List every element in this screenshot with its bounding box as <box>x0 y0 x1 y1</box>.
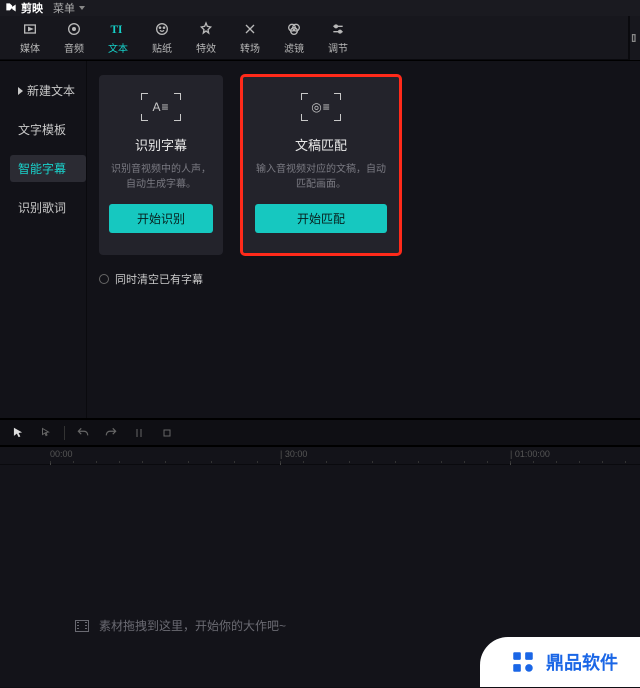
clear-existing-row[interactable]: 同时清空已有字幕 <box>99 271 628 287</box>
app-name: 剪映 <box>21 0 43 16</box>
ruler-tick: 00:00 <box>50 449 73 459</box>
sidebar-item-text-template[interactable]: 文字模板 <box>10 116 86 143</box>
ruler-tick: | 30:00 <box>280 449 307 459</box>
watermark: 鼎品软件 <box>480 637 640 687</box>
text-icon: TI <box>109 20 127 38</box>
redo-button[interactable] <box>101 423 121 443</box>
main-panel: A≡ 识别字幕 识别音视频中的人声，自动生成字幕。 开始识别 ◎≡ 文稿匹配 输… <box>86 61 640 418</box>
clear-existing-label: 同时清空已有字幕 <box>115 271 203 287</box>
pointer-alt-tool[interactable] <box>36 423 56 443</box>
split-button[interactable] <box>129 423 149 443</box>
start-match-button[interactable]: 开始匹配 <box>255 204 387 233</box>
start-recognize-button[interactable]: 开始识别 <box>109 204 213 233</box>
nav-filter[interactable]: 滤镜 <box>272 16 316 60</box>
nav-sticker[interactable]: 贴纸 <box>140 16 184 60</box>
radio-icon <box>99 274 109 284</box>
nav-text[interactable]: TI 文本 <box>96 16 140 60</box>
menu-dropdown[interactable]: 菜单 <box>53 0 85 16</box>
panel-toggle[interactable] <box>628 16 640 60</box>
sidebar-item-recognize-lyric[interactable]: 识别歌词 <box>10 194 86 221</box>
sticker-icon <box>153 20 171 38</box>
card-desc: 识别音视频中的人声，自动生成字幕。 <box>109 162 213 190</box>
triangle-right-icon <box>18 87 23 95</box>
sidebar: 新建文本 文字模板 智能字幕 识别歌词 <box>0 61 86 418</box>
half-icon <box>630 33 640 43</box>
sidebar-item-smart-subtitle[interactable]: 智能字幕 <box>10 155 86 182</box>
sidebar-item-new-text[interactable]: 新建文本 <box>10 77 86 104</box>
adjust-icon <box>329 20 347 38</box>
watermark-icon <box>510 649 536 675</box>
match-icon: ◎≡ <box>301 93 341 121</box>
film-icon <box>75 620 89 632</box>
card-recognize-subtitle: A≡ 识别字幕 识别音视频中的人声，自动生成字幕。 开始识别 <box>99 75 223 255</box>
chevron-down-icon <box>79 6 85 10</box>
transition-icon <box>241 20 259 38</box>
nav-effect[interactable]: 特效 <box>184 16 228 60</box>
nav-trans[interactable]: 转场 <box>228 16 272 60</box>
svg-text:TI: TI <box>111 24 123 36</box>
time-ruler[interactable]: 00:00 | 30:00 | 01:00:00 <box>0 447 640 465</box>
nav-media[interactable]: 媒体 <box>8 16 52 60</box>
ruler-tick: | 01:00:00 <box>510 449 550 459</box>
logo-icon <box>4 1 18 15</box>
media-icon <box>21 20 39 38</box>
crop-button[interactable] <box>157 423 177 443</box>
audio-icon <box>65 20 83 38</box>
card-title: 识别字幕 <box>135 135 187 154</box>
card-desc: 输入音视频对应的文稿，自动匹配画面。 <box>255 162 387 190</box>
undo-button[interactable] <box>73 423 93 443</box>
effect-icon <box>197 20 215 38</box>
card-title: 文稿匹配 <box>295 135 347 154</box>
filter-icon <box>285 20 303 38</box>
titlebar: 剪映 菜单 <box>0 0 640 16</box>
work-area: 新建文本 文字模板 智能字幕 识别歌词 A≡ 识别字幕 识别音视频中的人声，自动… <box>0 60 640 418</box>
timeline-toolbar <box>0 418 640 446</box>
app-logo: 剪映 <box>4 0 43 16</box>
card-script-match: ◎≡ 文稿匹配 输入音视频对应的文稿，自动匹配画面。 开始匹配 <box>241 75 401 255</box>
drop-hint: 素材拖拽到这里，开始你的大作吧~ <box>75 617 286 634</box>
top-nav: 媒体 音频 TI 文本 贴纸 特效 转场 滤镜 调节 <box>0 16 640 60</box>
recognize-icon: A≡ <box>141 93 181 121</box>
nav-adjust[interactable]: 调节 <box>316 16 360 60</box>
nav-audio[interactable]: 音频 <box>52 16 96 60</box>
pointer-tool[interactable] <box>8 423 28 443</box>
